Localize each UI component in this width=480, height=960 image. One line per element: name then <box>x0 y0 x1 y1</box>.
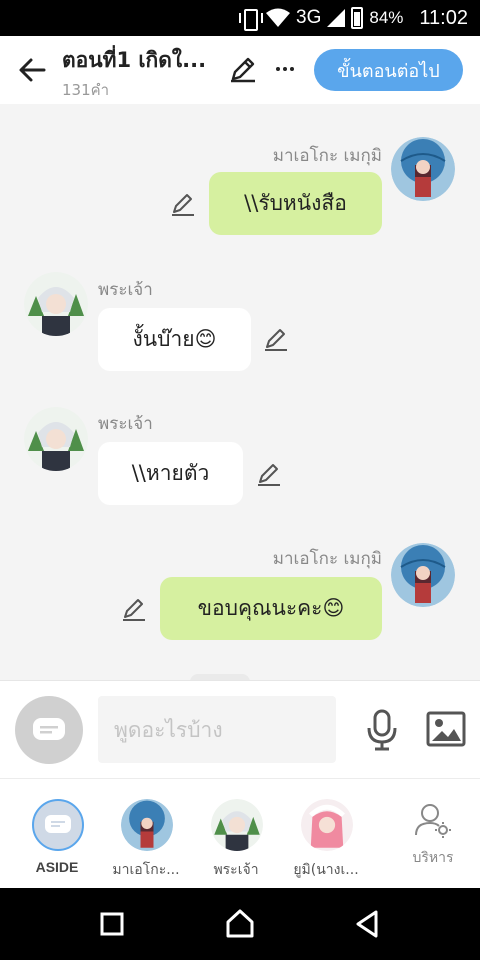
person-settings-icon <box>415 804 451 838</box>
vibrate-icon <box>238 7 264 31</box>
message-bubble[interactable]: \\รับหนังสือ <box>209 172 382 235</box>
character-label: ยูมิ(นางเ... <box>293 862 359 878</box>
word-count: 131คำ <box>62 81 110 99</box>
next-step-button[interactable]: ขั้นตอนต่อไป <box>314 49 463 91</box>
microphone-icon[interactable] <box>362 709 402 751</box>
chat-bubble-icon <box>33 718 65 740</box>
signal-icon <box>327 9 346 27</box>
message-bubble[interactable]: \\หายตัว <box>98 442 243 505</box>
maeko-avatar[interactable] <box>391 543 455 607</box>
speaker-toggle-button[interactable] <box>15 696 83 764</box>
sender-name: มาเอโกะ เมกุมิ <box>272 549 382 569</box>
maeko-avatar <box>121 799 173 851</box>
back-triangle-icon[interactable] <box>348 904 388 944</box>
wifi-icon <box>266 8 291 27</box>
chat-area[interactable]: มาเอโกะ เมกุมิ \\รับหนังสือ พระเจ้า งั้น… <box>0 104 480 680</box>
manage-icon-wrap <box>414 801 454 841</box>
battery-icon <box>351 7 364 29</box>
image-icon[interactable] <box>426 711 466 747</box>
network-type: 3G <box>296 7 322 28</box>
edit-message-pencil-icon[interactable] <box>170 191 196 217</box>
character-label: พระเจ้า <box>213 862 259 878</box>
sender-name: พระเจ้า <box>98 414 153 434</box>
status-bar: 3G 84% 11:02 <box>0 0 480 36</box>
more-options-icon[interactable] <box>270 54 300 84</box>
god-avatar[interactable] <box>24 272 88 336</box>
character-bar: ASIDE มาเอโกะ... พระเจ้า ยูมิ(นางเ... บร… <box>0 778 480 888</box>
system-nav-bar <box>0 888 480 960</box>
message-input[interactable] <box>98 696 336 763</box>
message-bubble[interactable]: งั้นบ๊าย😊 <box>98 308 251 371</box>
aside-avatar <box>32 799 84 851</box>
character-maeko[interactable]: มาเอโกะ... <box>101 799 191 881</box>
battery-level: 84% <box>369 8 404 27</box>
character-label: มาเอโกะ... <box>112 862 180 878</box>
character-god[interactable]: พระเจ้า <box>191 799 281 881</box>
character-yumi[interactable]: ยูมิ(นางเ... <box>281 799 371 881</box>
clock: 11:02 <box>419 6 468 29</box>
sender-name: พระเจ้า <box>98 280 153 300</box>
chat-bubble-icon <box>45 815 71 833</box>
god-avatar <box>211 799 263 851</box>
app-header: ตอนที่1 เกิดใ... 131คำ ขั้นตอนต่อไป <box>0 36 480 104</box>
edit-message-pencil-icon[interactable] <box>263 326 289 352</box>
manage-label: บริหาร <box>412 850 454 866</box>
home-icon[interactable] <box>220 904 260 944</box>
character-aside[interactable]: ASIDE <box>12 799 102 881</box>
message-bubble[interactable]: ขอบคุณนะคะ😊 <box>160 577 382 640</box>
edit-message-pencil-icon[interactable] <box>256 461 282 487</box>
recents-square-icon[interactable] <box>92 904 132 944</box>
input-area <box>0 680 480 778</box>
back-arrow-icon[interactable] <box>16 54 48 86</box>
maeko-avatar[interactable] <box>391 137 455 201</box>
yumi-avatar <box>301 799 353 851</box>
sender-name: มาเอโกะ เมกุมิ <box>272 146 382 166</box>
edit-title-pencil-icon[interactable] <box>228 54 258 84</box>
edit-message-pencil-icon[interactable] <box>121 596 147 622</box>
god-avatar[interactable] <box>24 407 88 471</box>
episode-title: ตอนที่1 เกิดใ... <box>62 48 207 72</box>
character-label: ASIDE <box>35 859 79 875</box>
manage-characters-button[interactable]: บริหาร <box>388 799 478 881</box>
